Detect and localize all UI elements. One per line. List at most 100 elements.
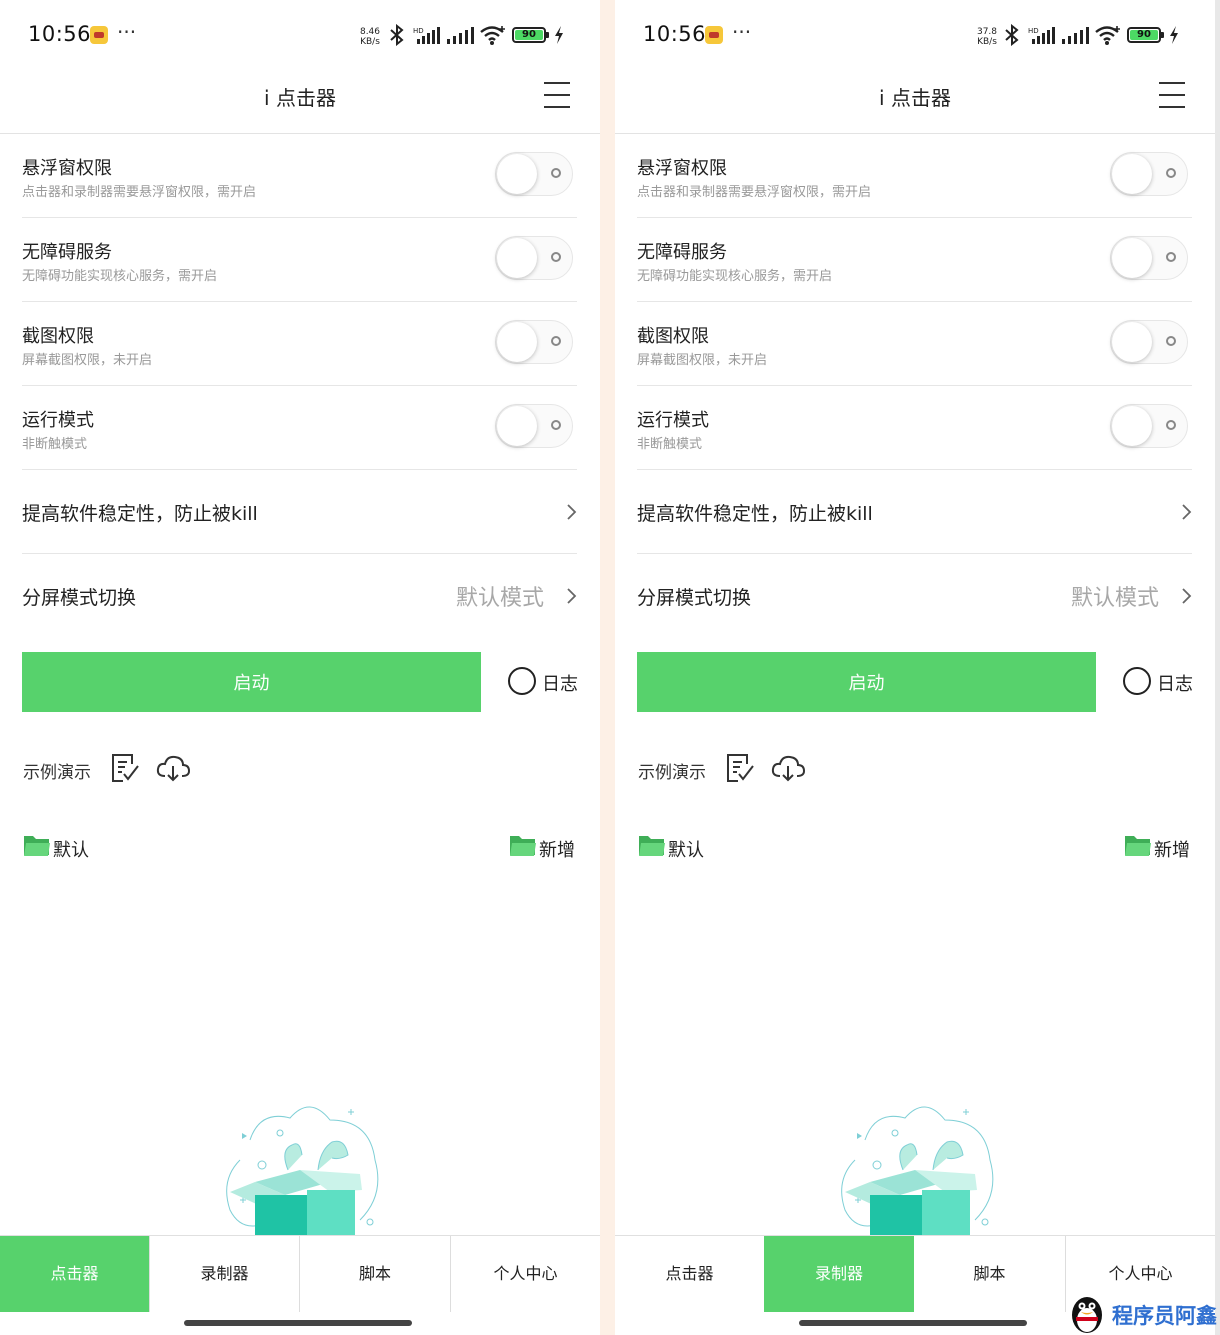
app-notification-icon — [705, 26, 723, 44]
setting-title: 悬浮窗权限 — [637, 158, 727, 179]
network-speed: 37.8 KB/s — [974, 27, 1000, 47]
setting-row-screenshot: 截图权限 屏幕截图权限，未开启 — [637, 302, 1192, 386]
screenshot-toggle[interactable] — [1110, 320, 1188, 364]
demo-label: 示例演示 — [638, 763, 706, 783]
app-title: i 点击器 — [264, 86, 336, 110]
signal-icon — [1062, 27, 1089, 44]
setting-subtitle: 无障碍功能实现核心服务，需开启 — [22, 269, 218, 284]
split-mode-row[interactable]: 分屏模式切换 默认模式 — [22, 554, 577, 637]
setting-subtitle: 非断触模式 — [637, 437, 703, 452]
tab-clicker[interactable]: 点击器 — [0, 1236, 149, 1312]
setting-subtitle: 屏幕截图权限，未开启 — [22, 353, 153, 368]
network-speed-value: 37.8 — [976, 27, 998, 37]
run-mode-toggle[interactable] — [1110, 404, 1188, 448]
chevron-right-icon — [1182, 588, 1192, 604]
status-bar: 10:56 ··· 37.8 KB/s HD 90 — [615, 0, 1215, 70]
setting-title: 无障碍服务 — [22, 242, 112, 263]
window-edge — [1215, 0, 1220, 1335]
split-mode-title: 分屏模式切换 — [22, 587, 137, 609]
start-button[interactable]: 启动 — [22, 652, 481, 712]
charging-icon — [555, 26, 563, 44]
document-check-icon[interactable] — [725, 752, 755, 784]
home-indicator[interactable] — [799, 1320, 1027, 1326]
status-time: 10:56 — [643, 22, 707, 46]
chevron-right-icon — [567, 504, 577, 520]
network-speed-value: 8.46 — [359, 27, 381, 37]
penguin-logo-icon — [1072, 1297, 1102, 1333]
floating-window-toggle[interactable] — [1110, 152, 1188, 196]
run-mode-toggle[interactable] — [495, 404, 573, 448]
floating-window-toggle[interactable] — [495, 152, 573, 196]
split-mode-row[interactable]: 分屏模式切换 默认模式 — [637, 554, 1192, 637]
setting-title: 无障碍服务 — [637, 242, 727, 263]
stability-title: 提高软件稳定性，防止被kill — [637, 503, 873, 525]
svg-text:HD: HD — [1028, 27, 1039, 35]
folder-label: 新增 — [539, 840, 575, 861]
setting-row-run-mode: 运行模式 非断触模式 — [637, 386, 1192, 470]
setting-subtitle: 点击器和录制器需要悬浮窗权限，需开启 — [637, 185, 872, 200]
setting-subtitle: 屏幕截图权限，未开启 — [637, 353, 768, 368]
folder-icon — [639, 836, 665, 856]
document-check-icon[interactable] — [110, 752, 140, 784]
network-speed-unit: KB/s — [360, 37, 380, 47]
more-notifications-icon: ··· — [732, 20, 752, 44]
signal-hd-icon: HD — [1028, 27, 1055, 44]
stability-link-row[interactable]: 提高软件稳定性，防止被kill — [22, 470, 577, 554]
app-notification-icon — [90, 26, 108, 44]
status-time: 10:56 — [28, 22, 92, 46]
empty-box-illustration — [841, 1106, 994, 1235]
tab-script[interactable]: 脚本 — [914, 1236, 1065, 1312]
status-bar: 10:56 ··· 8.46 KB/s HD 90 — [0, 0, 600, 70]
folder-icon — [1125, 836, 1151, 856]
folder-label: 新增 — [1154, 840, 1190, 861]
radio-circle-icon — [1123, 667, 1151, 695]
setting-row-accessibility: 无障碍服务 无障碍功能实现核心服务，需开启 — [637, 218, 1192, 302]
home-indicator[interactable] — [184, 1320, 412, 1326]
folder-label: 默认 — [53, 840, 89, 861]
network-speed: 8.46 KB/s — [357, 27, 383, 47]
accessibility-toggle[interactable] — [495, 236, 573, 280]
setting-row-run-mode: 运行模式 非断触模式 — [22, 386, 577, 470]
cloud-download-icon[interactable] — [155, 752, 191, 784]
log-label: 日志 — [542, 674, 578, 695]
app-header: i 点击器 — [615, 70, 1215, 134]
battery-level: 90 — [1137, 29, 1151, 40]
chevron-right-icon — [1182, 504, 1192, 520]
phone-screen-clicker-tab: 10:56 ··· 8.46 KB/s HD 90 i 点击器 悬浮窗权限 点击… — [0, 0, 600, 1335]
watermark: 程序员阿鑫 — [1066, 1293, 1220, 1335]
app-title: i 点击器 — [879, 86, 951, 110]
setting-title: 运行模式 — [22, 410, 94, 431]
cloud-download-icon[interactable] — [770, 752, 806, 784]
setting-row-accessibility: 无障碍服务 无障碍功能实现核心服务，需开启 — [22, 218, 577, 302]
demo-label: 示例演示 — [23, 763, 91, 783]
bottom-nav: 点击器 录制器 脚本 个人中心 — [0, 1235, 600, 1312]
split-mode-title: 分屏模式切换 — [637, 587, 752, 609]
battery-level: 90 — [522, 29, 536, 40]
stability-link-row[interactable]: 提高软件稳定性，防止被kill — [637, 470, 1192, 554]
signal-icon — [447, 27, 474, 44]
radio-circle-icon — [508, 667, 536, 695]
folder-icon — [24, 836, 50, 856]
tab-script[interactable]: 脚本 — [299, 1236, 450, 1312]
tab-recorder[interactable]: 录制器 — [764, 1236, 914, 1312]
folder-label: 默认 — [668, 840, 704, 861]
hamburger-menu-icon[interactable] — [540, 78, 574, 112]
tab-clicker[interactable]: 点击器 — [615, 1236, 764, 1312]
bluetooth-icon — [1005, 24, 1019, 46]
chevron-right-icon — [567, 588, 577, 604]
screenshot-toggle[interactable] — [495, 320, 573, 364]
start-button[interactable]: 启动 — [637, 652, 1096, 712]
setting-title: 悬浮窗权限 — [22, 158, 112, 179]
accessibility-toggle[interactable] — [1110, 236, 1188, 280]
folder-icon — [510, 836, 536, 856]
phone-screen-recorder-tab: 10:56 ··· 37.8 KB/s HD 90 i 点击器 悬浮窗权限 点击… — [615, 0, 1215, 1335]
hamburger-menu-icon[interactable] — [1155, 78, 1189, 112]
signal-hd-icon: HD — [413, 27, 440, 44]
tab-recorder[interactable]: 录制器 — [149, 1236, 299, 1312]
log-label: 日志 — [1157, 674, 1193, 695]
app-header: i 点击器 — [0, 70, 600, 134]
setting-row-floating-window: 悬浮窗权限 点击器和录制器需要悬浮窗权限，需开启 — [637, 134, 1192, 218]
svg-text:HD: HD — [413, 27, 424, 35]
tab-profile[interactable]: 个人中心 — [450, 1236, 600, 1312]
setting-title: 截图权限 — [22, 326, 94, 347]
